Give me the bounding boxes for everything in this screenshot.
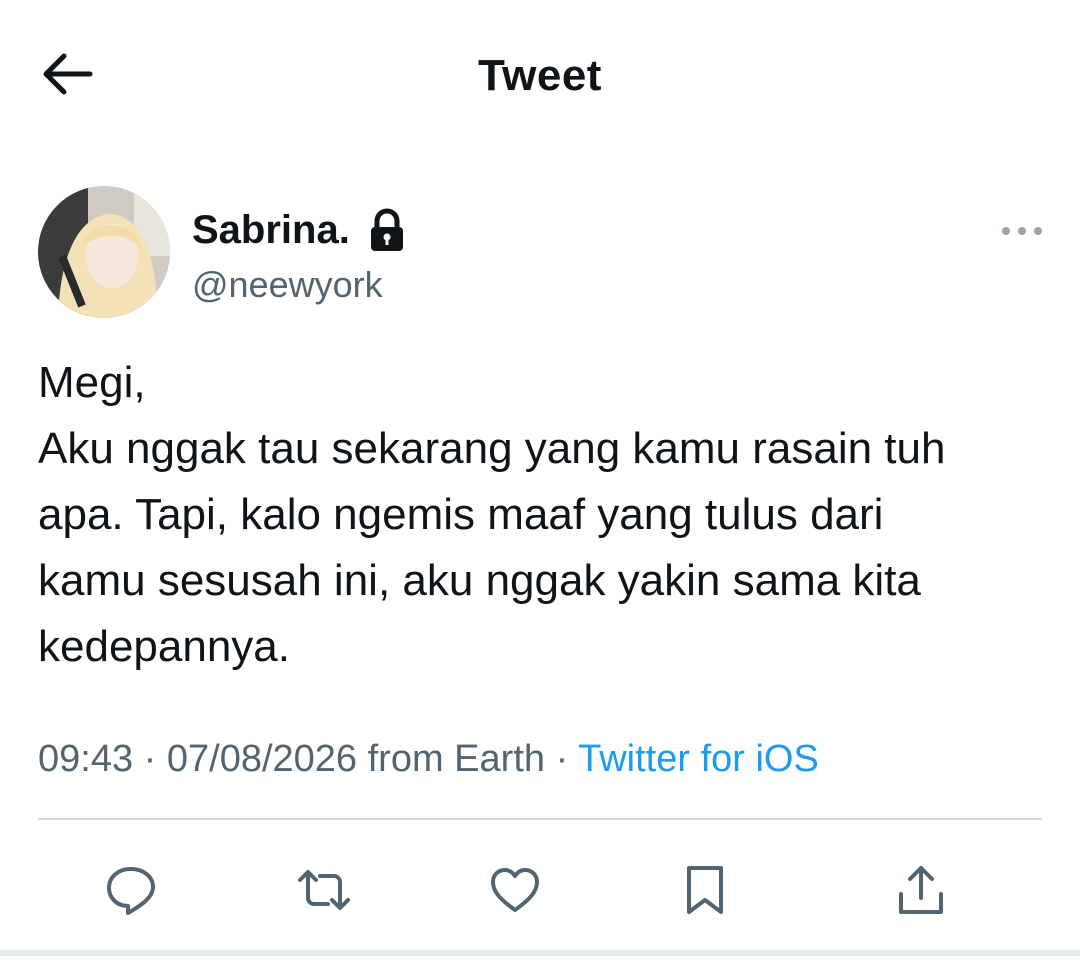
retweet-icon — [294, 862, 354, 918]
tweet-metadata: 09:43 · 07/08/2026 from Earth · Twitter … — [38, 732, 819, 786]
share-icon — [893, 862, 949, 918]
author-name-row: Sabrina. — [192, 204, 406, 256]
tweet-text-line: kamu sesusah ini, aku nggak yakin sama k… — [38, 556, 921, 605]
author-handle[interactable]: @neewyork — [192, 262, 383, 308]
bottom-separator — [0, 950, 1080, 956]
more-horizontal-icon — [996, 216, 1048, 246]
tweet-location: from Earth — [367, 738, 546, 780]
reply-icon — [103, 862, 159, 918]
display-name[interactable]: Sabrina. — [192, 204, 350, 256]
tweet-source-link[interactable]: Twitter for iOS — [578, 738, 819, 780]
tweet-text-line: kedepannya. — [38, 622, 290, 671]
tweet-text-line: Megi, — [38, 358, 146, 407]
divider — [38, 818, 1042, 820]
bookmark-button[interactable] — [673, 858, 737, 922]
more-options-button[interactable] — [996, 216, 1048, 246]
top-navigation-bar: Tweet — [0, 0, 1080, 150]
heart-icon — [487, 862, 543, 918]
retweet-button[interactable] — [292, 858, 356, 922]
tweet-text: Megi, Aku nggak tau sekarang yang kamu r… — [38, 350, 1058, 680]
bookmark-icon — [677, 862, 733, 918]
like-button[interactable] — [483, 858, 547, 922]
tweet-text-line: apa. Tapi, kalo ngemis maaf yang tulus d… — [38, 490, 884, 539]
tweet-text-line: Aku nggak tau sekarang yang kamu rasain … — [38, 424, 946, 473]
reply-button[interactable] — [99, 858, 163, 922]
avatar[interactable] — [38, 186, 170, 318]
tweet-action-bar — [0, 850, 1080, 926]
share-button[interactable] — [889, 858, 953, 922]
tweet-time: 09:43 — [38, 738, 134, 780]
tweet-date: 07/08/2026 — [166, 738, 358, 780]
meta-separator: · — [143, 738, 157, 780]
meta-separator: · — [555, 738, 569, 780]
page-title: Tweet — [478, 51, 602, 100]
lock-icon — [368, 208, 406, 252]
